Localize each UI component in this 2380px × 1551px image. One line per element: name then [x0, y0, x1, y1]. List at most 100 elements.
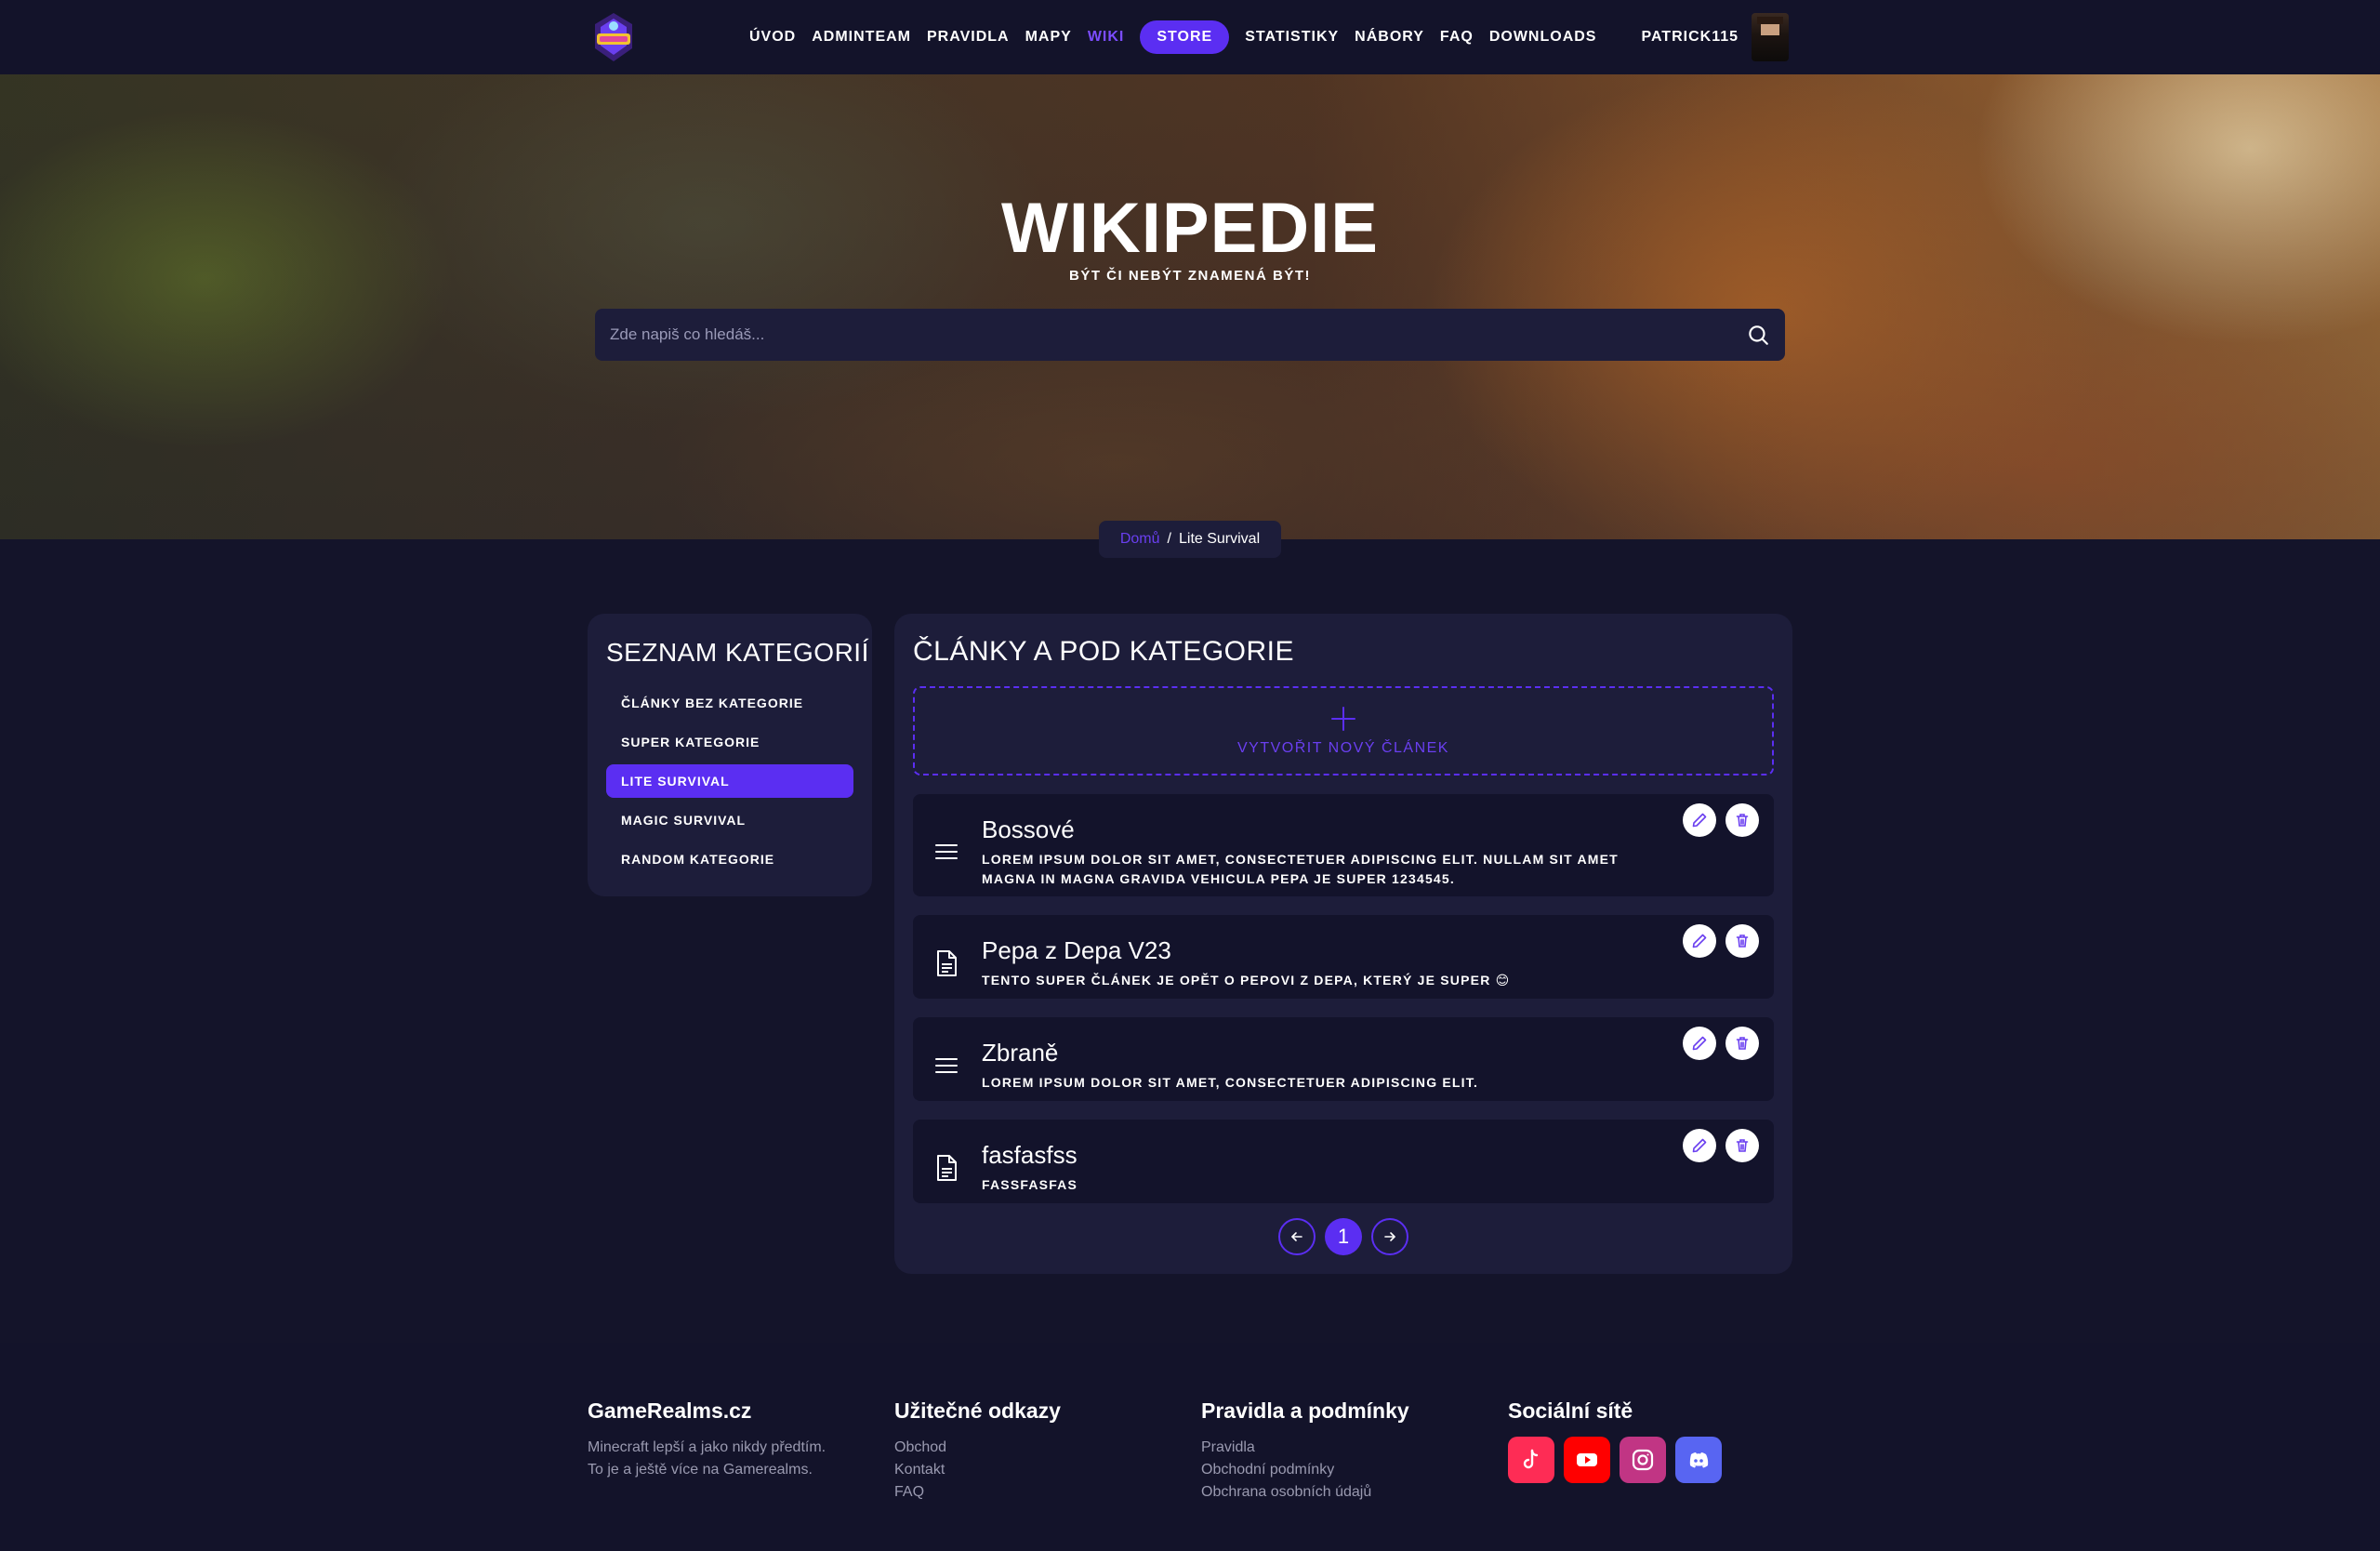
- trash-icon: [1736, 1139, 1749, 1152]
- youtube-button[interactable]: [1564, 1437, 1610, 1483]
- next-page-button[interactable]: [1371, 1218, 1408, 1255]
- user-menu[interactable]: PATRICK115: [1641, 13, 1789, 61]
- article-actions: [1683, 1129, 1759, 1162]
- instagram-button[interactable]: [1620, 1437, 1666, 1483]
- delete-button[interactable]: [1726, 1027, 1759, 1060]
- youtube-icon: [1577, 1453, 1597, 1466]
- article-description: Lorem ipsum dolor sit amet, consectetuer…: [982, 1075, 1479, 1090]
- footer-about: GameRealms.cz Minecraft lepší a jako nik…: [588, 1399, 826, 1481]
- arrow-left-icon: [1291, 1232, 1302, 1241]
- footer-about-line: Minecraft lepší a jako nikdy předtím.: [588, 1439, 826, 1455]
- nav-item-uvod[interactable]: Úvod: [749, 29, 796, 46]
- article-item[interactable]: Pepa z Depa V23 Tento super článek je op…: [913, 915, 1774, 999]
- tiktok-icon: [1523, 1449, 1539, 1469]
- footer-link-kontakt[interactable]: Kontakt: [894, 1459, 1061, 1481]
- footer-socials-title: Sociální sítě: [1508, 1399, 1633, 1423]
- footer-link-faq[interactable]: FAQ: [894, 1481, 1061, 1504]
- nav-item-mapy[interactable]: Mapy: [1025, 29, 1072, 46]
- article-item[interactable]: Bossové Lorem ipsum dolor sit amet, cons…: [913, 794, 1774, 896]
- sidebar-item-magic-survival[interactable]: MAGIC SURVIVAL: [606, 803, 853, 837]
- nav-item-faq[interactable]: FAQ: [1440, 29, 1474, 46]
- footer-link-ochrana-udaju[interactable]: Obchrana osobních údajů: [1201, 1481, 1409, 1504]
- article-description: Tento super článek je opět o Pepovi z De…: [982, 973, 1511, 988]
- trash-icon: [1736, 1037, 1749, 1050]
- article-title: Bossové: [982, 815, 1075, 843]
- breadcrumb-home-link[interactable]: Domů: [1120, 531, 1160, 548]
- arrow-right-icon: [1384, 1232, 1395, 1241]
- nav-item-pravidla[interactable]: Pravidla: [927, 29, 1010, 46]
- pencil-icon: [1692, 1036, 1707, 1051]
- tiktok-button[interactable]: [1508, 1437, 1554, 1483]
- nav-item-adminteam[interactable]: Adminteam: [812, 29, 911, 46]
- search-bar: [595, 309, 1785, 361]
- nav-item-statistiky[interactable]: Statistiky: [1245, 29, 1339, 46]
- sidebar-item-random-kategorie[interactable]: RANDOM KATEGORIE: [606, 842, 853, 876]
- discord-button[interactable]: [1675, 1437, 1722, 1483]
- article-actions: [1683, 1027, 1759, 1060]
- delete-button[interactable]: [1726, 803, 1759, 837]
- gamerealms-logo[interactable]: [589, 11, 638, 63]
- breadcrumb: Domů / Lite Survival: [1099, 521, 1281, 558]
- footer-link-obchodni-podminky[interactable]: Obchodní podmínky: [1201, 1459, 1409, 1481]
- trash-icon: [1736, 935, 1749, 948]
- sidebar-item-clanky-bez-kategorie[interactable]: ČLÁNKY BEZ KATEGORIE: [606, 686, 853, 720]
- footer-link-obchod[interactable]: Obchod: [894, 1437, 1061, 1459]
- footer: GameRealms.cz Minecraft lepší a jako nik…: [0, 1343, 2380, 1551]
- trash-icon: [1736, 814, 1749, 827]
- page-title: WIKIPEDIE: [1001, 189, 1379, 268]
- prev-page-button[interactable]: [1278, 1218, 1316, 1255]
- menu-lines-icon: [932, 1051, 961, 1080]
- nav-item-nabory[interactable]: Nábory: [1355, 29, 1424, 46]
- articles-panel-title: ČLÁNKY A POD KATEGORIE: [913, 636, 1295, 667]
- sidebar-item-lite-survival[interactable]: LITE SURVIVAL: [606, 764, 853, 798]
- instagram-icon: [1632, 1449, 1654, 1471]
- hero-banner: WIKIPEDIE BÝT ČI NEBÝT ZNAMENÁ BÝT!: [0, 74, 2380, 539]
- delete-button[interactable]: [1726, 924, 1759, 958]
- footer-useful-links-title: Užitečné odkazy: [894, 1399, 1061, 1423]
- search-input[interactable]: [610, 325, 1746, 344]
- search-icon[interactable]: [1746, 323, 1770, 347]
- main-nav: Úvod Adminteam Pravidla Mapy Wiki Store …: [749, 0, 1596, 74]
- plus-icon: [1329, 705, 1357, 733]
- pencil-icon: [1692, 1138, 1707, 1153]
- article-item[interactable]: Zbraně Lorem ipsum dolor sit amet, conse…: [913, 1017, 1774, 1101]
- page-subtitle: BÝT ČI NEBÝT ZNAMENÁ BÝT!: [1069, 268, 1311, 284]
- page: Úvod Adminteam Pravidla Mapy Wiki Store …: [0, 0, 2380, 1551]
- page-number-button[interactable]: 1: [1325, 1218, 1362, 1255]
- edit-button[interactable]: [1683, 803, 1716, 837]
- edit-button[interactable]: [1683, 1027, 1716, 1060]
- article-description: Lorem ipsum dolor sit amet, consectetuer…: [982, 851, 1619, 886]
- footer-rules-title: Pravidla a podmínky: [1201, 1399, 1409, 1423]
- navbar: Úvod Adminteam Pravidla Mapy Wiki Store …: [0, 0, 2380, 74]
- article-actions: [1683, 803, 1759, 837]
- footer-useful-links: Užitečné odkazy Obchod Kontakt FAQ: [894, 1399, 1061, 1504]
- delete-button[interactable]: [1726, 1129, 1759, 1162]
- breadcrumb-separator: /: [1167, 531, 1171, 547]
- sidebar-title: SEZNAM KATEGORIÍ: [606, 638, 869, 667]
- article-item[interactable]: fasfasfss fassfasfas: [913, 1120, 1774, 1203]
- article-title: fasfasfss: [982, 1141, 1078, 1169]
- avatar[interactable]: [1752, 13, 1789, 61]
- edit-button[interactable]: [1683, 924, 1716, 958]
- sidebar-item-super-kategorie[interactable]: SUPER KATEGORIE: [606, 725, 853, 759]
- document-icon: [932, 1153, 961, 1183]
- discord-icon: [1689, 1452, 1709, 1468]
- pencil-icon: [1692, 813, 1707, 828]
- articles-panel: ČLÁNKY A POD KATEGORIE VYTVOŘIT NOVÝ ČLÁ…: [894, 614, 1792, 1274]
- article-list: Bossové Lorem ipsum dolor sit amet, cons…: [913, 794, 1774, 1203]
- article-actions: [1683, 924, 1759, 958]
- article-description: fassfasfas: [982, 1177, 1078, 1192]
- create-article-button[interactable]: VYTVOŘIT NOVÝ ČLÁNEK: [913, 686, 1774, 776]
- footer-rules: Pravidla a podmínky Pravidla Obchodní po…: [1201, 1399, 1409, 1504]
- footer-site-title: GameRealms.cz: [588, 1399, 752, 1423]
- username: PATRICK115: [1641, 29, 1739, 45]
- footer-link-pravidla[interactable]: Pravidla: [1201, 1437, 1409, 1459]
- article-title: Zbraně: [982, 1039, 1059, 1067]
- breadcrumb-current: Lite Survival: [1178, 531, 1261, 547]
- menu-lines-icon: [932, 837, 961, 867]
- store-button[interactable]: Store: [1140, 20, 1230, 54]
- edit-button[interactable]: [1683, 1129, 1716, 1162]
- nav-item-downloads[interactable]: Downloads: [1489, 29, 1597, 46]
- social-links: [1508, 1437, 1722, 1483]
- nav-item-wiki[interactable]: Wiki: [1088, 29, 1125, 46]
